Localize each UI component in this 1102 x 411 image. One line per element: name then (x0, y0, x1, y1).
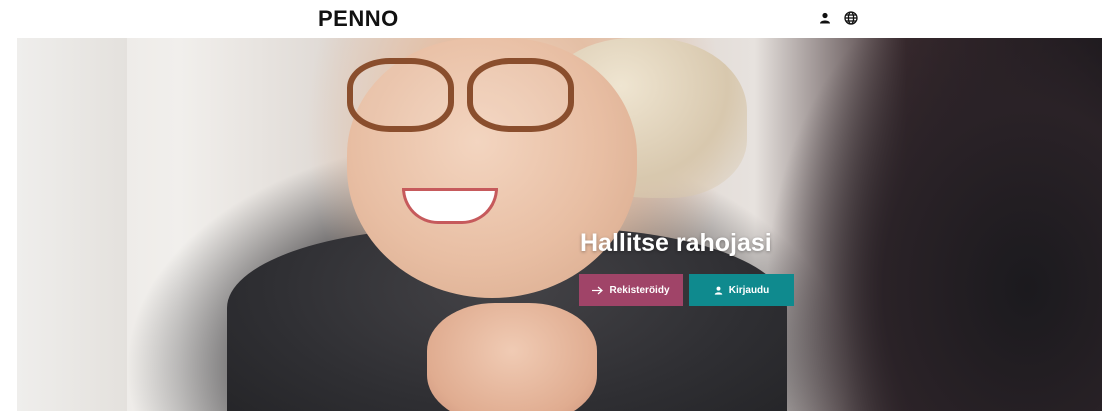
glasses-lens-right (467, 58, 574, 132)
header-actions (817, 10, 859, 26)
globe-icon[interactable] (843, 10, 859, 26)
brand-logo[interactable]: PENNO (318, 6, 399, 32)
hero-banner: Hallitse rahojasi Rekisteröidy Kirjaudu (17, 38, 1102, 411)
arrow-right-icon (592, 286, 604, 295)
hero-headline: Hallitse rahojasi (580, 229, 772, 257)
login-button-label: Kirjaudu (728, 284, 770, 296)
glasses-lens-left (347, 58, 454, 132)
register-button[interactable]: Rekisteröidy (579, 274, 683, 306)
hero-photo-hands (427, 303, 597, 411)
user-icon[interactable] (817, 10, 833, 26)
register-button-label: Rekisteröidy (609, 284, 670, 296)
top-bar: PENNO (0, 0, 1102, 38)
hero-photo-glasses (347, 58, 627, 132)
user-icon (714, 286, 723, 295)
login-button[interactable]: Kirjaudu (689, 274, 794, 306)
